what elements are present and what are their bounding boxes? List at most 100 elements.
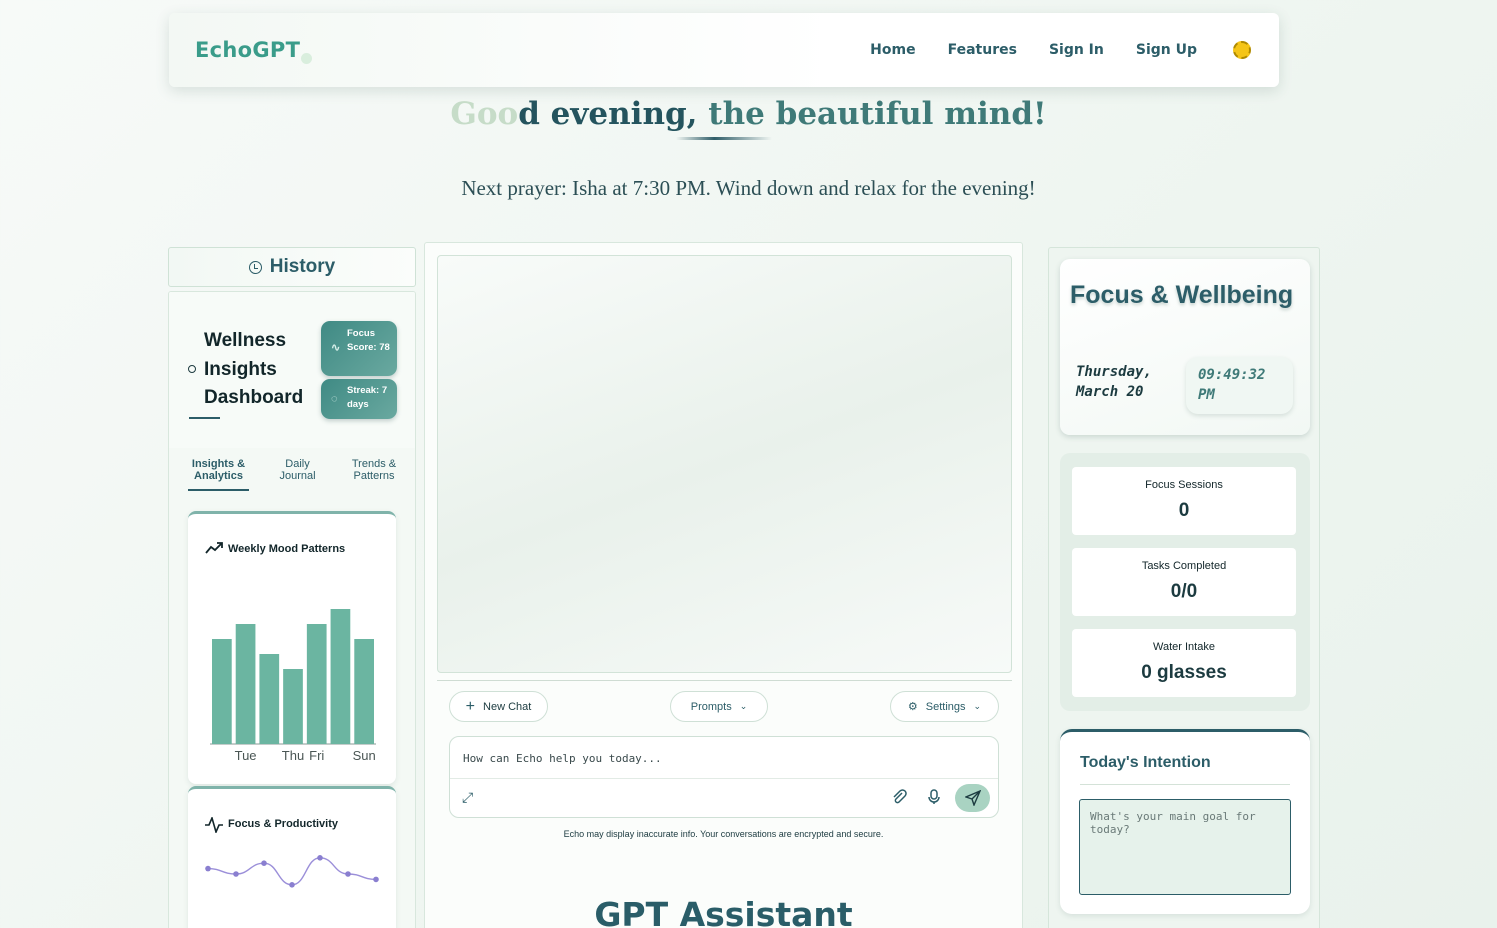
input-separator: [450, 778, 998, 779]
mood-bar-mon: [212, 639, 232, 744]
nav-home-link[interactable]: Home: [870, 42, 915, 58]
wellness-panel: Wellness Insights Dashboard ∿ Focus Scor…: [168, 291, 416, 928]
metric-value: 0 glasses: [1141, 662, 1227, 683]
prompts-label: Prompts: [690, 700, 732, 713]
focus-point-4: [289, 882, 295, 888]
chevron-down-icon: ⌄: [973, 701, 982, 711]
active-tab-indicator: [188, 489, 249, 491]
tab-insights[interactable]: Insights & Analytics: [181, 458, 256, 482]
focus-point-2: [233, 871, 239, 877]
metrics-group: Focus Sessions 0 Tasks Completed 0/0 Wat…: [1060, 453, 1310, 711]
mood-bar-sun: [354, 639, 374, 744]
focus-chart-title: Focus & Productivity: [228, 818, 339, 830]
intention-divider: [1080, 784, 1290, 785]
activity-icon: ∿: [331, 342, 341, 354]
metric-value: 0/0: [1170, 581, 1198, 602]
mood-bar-thu: [283, 669, 303, 744]
focus-score-badge: ∿ Focus Score: 78: [321, 321, 397, 376]
assistant-title: GPT Assistant: [594, 895, 853, 928]
activity-icon: [205, 817, 223, 833]
chevron-down-icon: ⌄: [739, 701, 748, 711]
nav-signup-link[interactable]: Sign Up: [1136, 42, 1197, 58]
dashboard-header: Wellness Insights Dashboard ∿ Focus Scor…: [169, 292, 415, 448]
tab-trends[interactable]: Trends & Patterns: [344, 458, 404, 482]
dashboard-tabs: Insights & Analytics Daily Journal Trend…: [181, 458, 409, 491]
tasks-completed-metric: Tasks Completed 0/0: [1072, 548, 1296, 616]
intention-title: Today's Intention: [1080, 754, 1211, 771]
water-intake-metric: Water Intake 0 glasses: [1072, 629, 1296, 697]
history-label: History: [269, 256, 336, 277]
chat-input-box: ⤢: [449, 736, 999, 818]
send-button[interactable]: [955, 784, 990, 812]
streak-badge: ◌ Streak: 7 days: [321, 379, 397, 419]
dashboard-title-underline: [189, 417, 220, 419]
intention-card: Today's Intention: [1060, 729, 1310, 914]
focus-point-7: [373, 876, 379, 883]
trending-up-icon: [205, 542, 223, 554]
x-tick-label: Fri: [309, 748, 324, 763]
mood-chart-card: Weekly Mood Patterns Tue Thu Fri Sun: [188, 511, 396, 784]
chat-divider: [437, 680, 1012, 681]
paperclip-icon[interactable]: [891, 789, 907, 805]
wellbeing-header-card: Focus & Wellbeing Thursday, March 20 09:…: [1060, 259, 1310, 435]
send-icon: [964, 790, 981, 806]
settings-label: Settings: [925, 700, 966, 713]
history-button[interactable]: History: [168, 247, 416, 287]
nav-links: Home Features Sign In Sign Up: [870, 41, 1251, 59]
greeting-faded: Goo: [450, 96, 519, 132]
focus-point-5: [317, 855, 323, 861]
focus-line-chart: [205, 855, 379, 888]
mood-bar-tue: [235, 624, 256, 744]
focus-sessions-metric: Focus Sessions 0: [1072, 467, 1296, 535]
greeting-heading: Good evening, the beautiful mind!: [0, 96, 1497, 132]
focus-point-6: [345, 871, 351, 877]
sun-icon[interactable]: [1233, 41, 1251, 59]
greeting-text: d evening,: [518, 96, 698, 132]
x-tick-label: Thu: [282, 748, 304, 763]
wellbeing-title: Focus & Wellbeing: [1070, 281, 1294, 309]
metric-label: Tasks Completed: [1141, 560, 1227, 572]
wellbeing-panel: Focus & Wellbeing Thursday, March 20 09:…: [1048, 247, 1320, 928]
clock-icon: [248, 260, 262, 274]
greeting-underline: [676, 137, 772, 140]
current-date: Thursday, March 20: [1076, 364, 1152, 400]
prompts-dropdown[interactable]: Prompts ⌄: [670, 691, 768, 722]
chat-messages-area[interactable]: [437, 255, 1012, 673]
mood-chart-title: Weekly Mood Patterns: [228, 543, 346, 555]
brand-dot: [301, 53, 313, 64]
dashboard-bullet-icon: [188, 365, 196, 373]
mood-bar-sat: [330, 609, 351, 744]
streak-text: Streak: 7 days: [347, 385, 388, 410]
x-tick-label: Sun: [353, 748, 376, 763]
settings-dropdown[interactable]: ⚙ Settings ⌄: [890, 691, 999, 722]
x-tick-label: Tue: [235, 748, 257, 763]
mood-bar-wed: [259, 654, 280, 744]
top-nav: EchoGPT Home Features Sign In Sign Up: [169, 13, 1279, 87]
nav-features-link[interactable]: Features: [948, 42, 1017, 58]
chat-disclaimer: Echo may display inaccurate info. Your c…: [563, 829, 884, 839]
prayer-text: Next prayer: Isha at 7:30 PM. Wind down …: [461, 176, 1036, 200]
metric-label: Focus Sessions: [1145, 479, 1223, 491]
current-time: 09:49:32 PM: [1186, 357, 1293, 414]
greeting-name: the beautiful mind!: [708, 96, 1047, 132]
metric-value: 0: [1178, 500, 1190, 521]
check-circle-icon: ◌: [331, 393, 338, 405]
microphone-icon[interactable]: [927, 789, 941, 805]
expand-icon[interactable]: ⤢: [462, 789, 473, 806]
nav-signin-link[interactable]: Sign In: [1049, 42, 1104, 58]
dashboard-title: Wellness Insights Dashboard: [204, 330, 304, 408]
new-chat-label: New Chat: [483, 700, 532, 713]
focus-score-text: Focus Score: 78: [347, 328, 390, 353]
focus-series-line: [207, 857, 377, 886]
mood-bar-fri: [306, 624, 327, 744]
gear-icon: ⚙: [907, 701, 918, 713]
brand-logo[interactable]: EchoGPT: [195, 38, 313, 64]
chat-panel: + New Chat Prompts ⌄ ⚙ Settings ⌄ ⤢ Echo…: [424, 242, 1023, 928]
plus-icon: +: [465, 697, 476, 715]
metric-label: Water Intake: [1153, 641, 1215, 653]
intention-input[interactable]: [1079, 799, 1291, 895]
chat-input[interactable]: [450, 737, 998, 779]
focus-point-3: [261, 860, 267, 866]
new-chat-button[interactable]: + New Chat: [449, 691, 548, 722]
tab-journal[interactable]: Daily Journal: [270, 458, 325, 482]
